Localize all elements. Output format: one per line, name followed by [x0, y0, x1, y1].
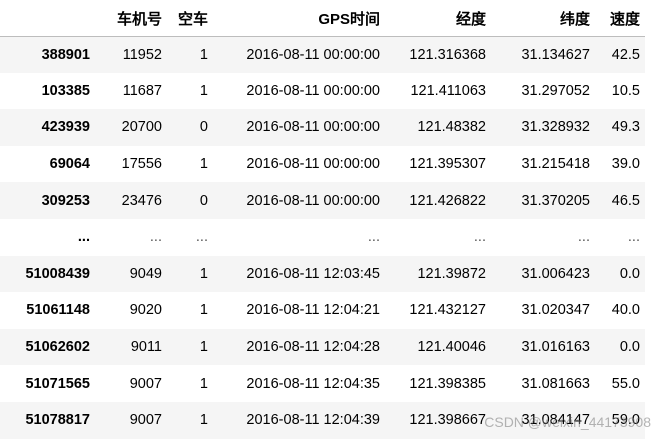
- table-cell: 31.215418: [521, 156, 590, 173]
- table-cell: 31.020347: [521, 302, 590, 319]
- column-header: GPS时间: [213, 2, 385, 37]
- table-cell: ...: [367, 229, 380, 246]
- row-index: 69064: [49, 156, 90, 173]
- table-cell: 20700: [121, 119, 162, 136]
- table-cell: 0: [199, 119, 208, 136]
- table-row: 51071565 9007 1 2016-08-11 12:04:35 121.3983…: [0, 365, 645, 402]
- table-cell: ...: [473, 229, 486, 246]
- table-cell: 31.328932: [521, 119, 590, 136]
- table-cell: 59.0: [611, 412, 640, 429]
- table-cell: 121.411063: [410, 82, 486, 99]
- table-cell: 31.006423: [521, 265, 590, 282]
- table-cell: 2016-08-11 12:04:21: [246, 302, 380, 319]
- table-cell: 121.40046: [417, 339, 486, 356]
- table-cell: 23476: [121, 192, 162, 209]
- table-cell: 2016-08-11 12:04:28: [246, 339, 380, 356]
- table-cell: 17556: [121, 156, 162, 173]
- table-cell: 1: [199, 156, 208, 173]
- row-index: 51071565: [25, 375, 90, 392]
- column-header: 空车: [167, 2, 213, 37]
- row-index: 51008439: [25, 265, 90, 282]
- table-cell: 2016-08-11 12:03:45: [246, 265, 380, 282]
- table-row: 51061148 9020 1 2016-08-11 12:04:21 121.4321…: [0, 292, 645, 329]
- table-cell: 121.398385: [409, 375, 486, 392]
- table-cell: 46.5: [611, 192, 640, 209]
- table-cell: 39.0: [611, 156, 640, 173]
- table-cell: 31.081663: [521, 375, 590, 392]
- row-index: 51062602: [25, 339, 90, 356]
- table-cell: 2016-08-11 00:00:00: [246, 82, 380, 99]
- table-cell: 9007: [129, 412, 162, 429]
- table-cell: 0.0: [619, 265, 640, 282]
- table-row: 103385 11687 1 2016-08-11 00:00:00 121.41106…: [0, 72, 645, 110]
- table-row: 69064 17556 1 2016-08-11 00:00:00 121.395307…: [0, 145, 645, 183]
- table-cell: 121.432127: [409, 302, 486, 319]
- table-cell: 2016-08-11 12:04:39: [246, 412, 380, 429]
- table-cell: 1: [199, 412, 208, 429]
- table-cell: 9011: [130, 339, 162, 356]
- table-cell: 121.398667: [409, 412, 486, 429]
- row-index: 309253: [41, 192, 90, 209]
- table-row: 51062602 9011 1 2016-08-11 12:04:28 121.4004…: [0, 328, 645, 366]
- table-cell: ...: [149, 229, 162, 246]
- table-cell: 1: [199, 302, 208, 319]
- row-index: 388901: [41, 46, 90, 63]
- row-index: 51061148: [26, 302, 90, 319]
- table-cell: 9049: [129, 265, 162, 282]
- table-cell: 31.134627: [521, 46, 590, 63]
- table-row: 388901 11952 1 2016-08-11 00:00:00 121.31636…: [0, 36, 645, 73]
- table-cell: 1: [199, 82, 208, 99]
- header-row: 车机号 空车 GPS时间 经度 纬度 速度: [0, 2, 645, 37]
- table-cell: ...: [627, 229, 640, 246]
- table-cell: ...: [577, 229, 590, 246]
- table-cell: 1: [199, 265, 208, 282]
- table-cell: 11687: [122, 82, 162, 99]
- table-cell: 2016-08-11 12:04:35: [246, 375, 380, 392]
- table-cell: 10.5: [611, 82, 640, 99]
- table-cell: 31.084147: [521, 412, 590, 429]
- table-cell: 31.016163: [521, 339, 590, 356]
- column-header: 车机号: [97, 2, 167, 37]
- column-header: 速度: [595, 2, 645, 37]
- table-cell: 121.426822: [409, 192, 486, 209]
- table-row: 51008439 9049 1 2016-08-11 12:03:45 121.3987…: [0, 255, 645, 293]
- table-cell: 2016-08-11 00:00:00: [246, 156, 380, 173]
- ellipsis-row: .....................: [0, 218, 645, 256]
- index-header: [0, 2, 97, 37]
- table-cell: 0.0: [619, 339, 640, 356]
- table-row: 309253 23476 0 2016-08-11 00:00:00 121.42682…: [0, 182, 645, 219]
- table-cell: 121.48382: [417, 119, 486, 136]
- table-cell: 49.3: [611, 119, 640, 136]
- table-cell: 55.0: [611, 375, 640, 392]
- table-cell: 11952: [122, 46, 162, 63]
- table-cell: 42.5: [611, 46, 640, 63]
- row-index: ...: [77, 229, 90, 246]
- table-cell: 40.0: [611, 302, 640, 319]
- row-index: 51078817: [25, 412, 90, 429]
- table-row: 423939 20700 0 2016-08-11 00:00:00 121.48382…: [0, 109, 645, 146]
- table-cell: 1: [199, 375, 208, 392]
- row-index: 423939: [41, 119, 90, 136]
- column-header: 经度: [385, 2, 491, 37]
- table-body: 388901 11952 1 2016-08-11 00:00:00 121.31636…: [0, 36, 645, 439]
- table-cell: 9007: [129, 375, 162, 392]
- table-cell: 31.297052: [521, 82, 590, 99]
- table-cell: ...: [195, 229, 208, 246]
- table-cell: 2016-08-11 00:00:00: [246, 119, 380, 136]
- table-cell: 2016-08-11 00:00:00: [246, 46, 380, 63]
- table-cell: 31.370205: [521, 192, 590, 209]
- column-header: 纬度: [491, 2, 595, 37]
- table-row: 51078817 9007 1 2016-08-11 12:04:39 121.3986…: [0, 401, 645, 439]
- table-cell: 121.316368: [409, 46, 486, 63]
- table-cell: 121.395307: [409, 156, 486, 173]
- table-cell: 0: [199, 192, 208, 209]
- row-index: 103385: [41, 82, 90, 99]
- dataframe-table: 车机号 空车 GPS时间 经度 纬度 速度 388901 11952 1 2016-08-11 …: [0, 2, 645, 439]
- table-cell: 121.39872: [417, 265, 486, 282]
- table-cell: 1: [199, 339, 208, 356]
- table-cell: 2016-08-11 00:00:00: [246, 192, 380, 209]
- dataframe-output: 车机号 空车 GPS时间 经度 纬度 速度 388901 11952 1 2016-08-11 …: [0, 0, 657, 443]
- table-cell: 1: [199, 46, 208, 63]
- table-cell: 9020: [129, 302, 162, 319]
